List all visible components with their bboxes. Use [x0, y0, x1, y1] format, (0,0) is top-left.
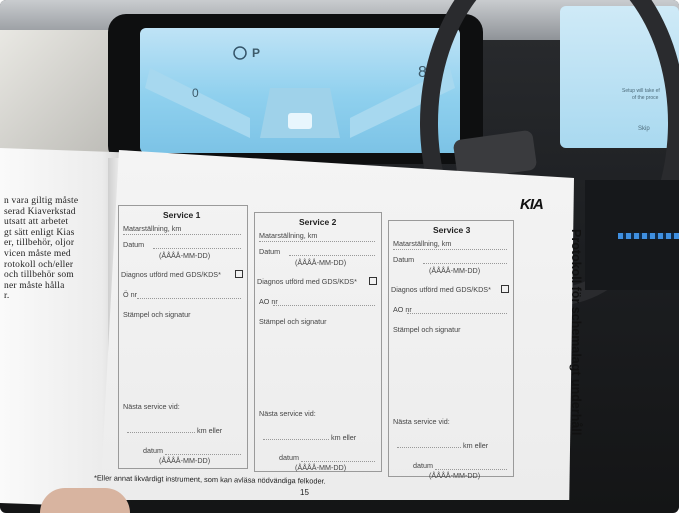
- diagnosis-label: Diagnos utförd med GDS/KDS*: [121, 270, 221, 279]
- fill-line: [397, 447, 461, 448]
- date-format: (ÅÅÅÅ-MM-DD): [295, 258, 347, 267]
- kia-logo: KIA: [520, 196, 544, 213]
- left-gauge-arc: [145, 68, 250, 138]
- fill-line: [289, 255, 375, 256]
- cluster-graphics: [145, 46, 455, 138]
- datum-label: datum: [413, 461, 433, 470]
- next-service-label: Nästa service vid:: [259, 409, 316, 418]
- car-graphic: [288, 113, 312, 129]
- service-title: Service 3: [433, 225, 471, 235]
- left-page-line: ner måste hålla: [4, 280, 65, 291]
- left-page-line: och tillbehör som: [4, 270, 74, 281]
- mileage-label: Matarställning, km: [393, 239, 452, 248]
- page-title-vertical: Protokoll för schemalagt underhåll: [569, 229, 583, 436]
- left-page-line: utsatt att arbetet: [4, 217, 69, 228]
- photo: P 86 0 Setup will take ef of the proce S…: [0, 0, 679, 513]
- left-page-line: serad Kiaverkstad: [4, 206, 76, 217]
- fill-line: [435, 469, 507, 470]
- diagnosis-checkbox: [369, 277, 377, 285]
- diagnosis-label: Diagnos utförd med GDS/KDS*: [391, 285, 491, 294]
- left-readout: 0: [192, 86, 199, 100]
- date-label: Datum: [123, 240, 145, 249]
- service-title: Service 1: [163, 210, 201, 220]
- date-format: (ÅÅÅÅ-MM-DD): [429, 266, 481, 275]
- left-page-line: gt sätt enligt Kias: [4, 227, 75, 238]
- service-panel-3: Service 3 Matarställning, km Datum (ÅÅÅÅ-MM…: [388, 220, 514, 480]
- fill-line: [153, 248, 241, 249]
- stamp-label: Stämpel och signatur: [393, 325, 461, 334]
- service-panel-1: Service 1 Matarställning, km Datum (ÅÅÅÅ-MM…: [118, 205, 248, 469]
- gear-indicator: P: [252, 46, 261, 60]
- fill-line: [127, 432, 195, 433]
- ambient-light: [618, 233, 679, 239]
- fill-line: [259, 241, 375, 242]
- date-label: Datum: [259, 247, 281, 256]
- datum-label: datum: [143, 446, 163, 455]
- left-page-line: n vara giltig måste: [4, 196, 79, 206]
- left-page-line: er, tillbehör, oljor: [4, 238, 75, 249]
- fill-line: [423, 263, 507, 264]
- service-title: Service 2: [299, 217, 337, 227]
- stamp-label: Stämpel och signatur: [259, 317, 327, 326]
- date-format-2: (ÅÅÅÅ-MM-DD): [159, 456, 211, 465]
- left-page-line: r.: [4, 291, 10, 302]
- fill-line: [407, 313, 507, 314]
- fill-line: [273, 305, 375, 306]
- instrument-cluster: P 86 0: [140, 28, 460, 153]
- ao-number-label: Ö nr: [123, 290, 137, 299]
- fill-line: [137, 298, 241, 299]
- fill-line: [165, 454, 241, 455]
- mileage-label: Matarställning, km: [259, 231, 318, 240]
- mileage-label: Matarställning, km: [123, 224, 182, 233]
- km-or-label: km eller: [331, 433, 357, 442]
- fill-line: [263, 439, 329, 440]
- page-number: 15: [300, 488, 309, 497]
- thumb: [40, 488, 130, 513]
- date-format-2: (ÅÅÅÅ-MM-DD): [295, 463, 347, 472]
- diagnosis-checkbox: [235, 270, 243, 278]
- left-page-line: rotokoll och/eller: [4, 259, 74, 270]
- next-service-label: Nästa service vid:: [393, 417, 450, 426]
- datum-label: datum: [279, 453, 299, 462]
- fill-line: [123, 234, 241, 235]
- km-or-label: km eller: [197, 426, 223, 435]
- diagnosis-label: Diagnos utförd med GDS/KDS*: [257, 277, 357, 286]
- power-icon: [233, 46, 247, 60]
- fill-line: [301, 461, 375, 462]
- stamp-label: Stämpel och signatur: [123, 310, 191, 319]
- fill-line: [393, 249, 507, 250]
- left-page-line: vicen måste med: [4, 249, 71, 259]
- next-service-label: Nästa service vid:: [123, 402, 180, 411]
- date-format: (ÅÅÅÅ-MM-DD): [159, 251, 211, 260]
- date-format-2: (ÅÅÅÅ-MM-DD): [429, 471, 481, 480]
- date-label: Datum: [393, 255, 415, 264]
- service-panel-2: Service 2 Matarställning, km Datum (ÅÅÅÅ-MM…: [254, 212, 382, 472]
- km-or-label: km eller: [463, 441, 489, 450]
- diagnosis-checkbox: [501, 285, 509, 293]
